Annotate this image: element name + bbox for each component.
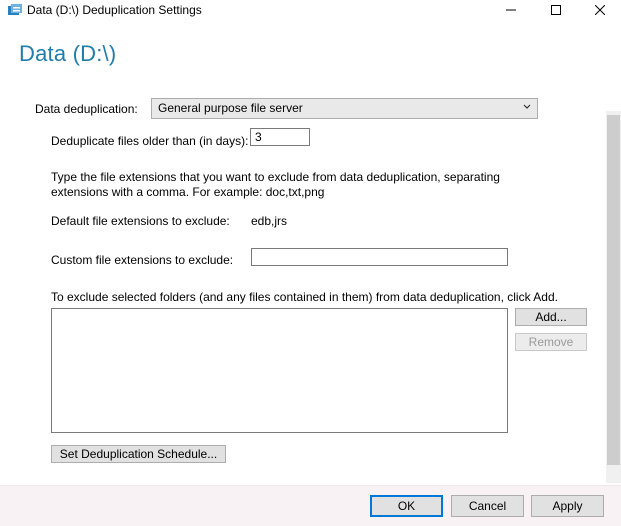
excluded-folders-list[interactable] xyxy=(51,308,508,433)
remove-folder-button[interactable]: Remove xyxy=(515,333,587,351)
custom-extensions-label: Custom file extensions to exclude: xyxy=(51,253,234,267)
page-title: Data (D:\) xyxy=(19,41,117,66)
custom-extensions-input[interactable] xyxy=(251,248,508,266)
title-bar: Data (D:\) Deduplication Settings xyxy=(0,0,621,22)
minimize-icon xyxy=(506,5,516,15)
close-icon xyxy=(595,5,605,15)
ok-button[interactable]: OK xyxy=(370,495,443,517)
apply-button[interactable]: Apply xyxy=(531,495,604,517)
extensions-info-text: Type the file extensions that you want t… xyxy=(51,170,500,199)
maximize-button[interactable] xyxy=(533,0,579,20)
dedup-type-value: General purpose file server xyxy=(158,101,303,115)
chevron-down-icon xyxy=(522,101,532,116)
default-extensions-value: edb,jrs xyxy=(251,214,288,228)
add-folder-button[interactable]: Add... xyxy=(515,308,587,326)
dedup-app-icon xyxy=(8,4,22,16)
days-label: Deduplicate files older than (in days): xyxy=(51,134,249,148)
dialog-footer xyxy=(0,485,621,526)
days-input[interactable]: 3 xyxy=(250,128,310,146)
scrollbar-thumb[interactable] xyxy=(607,115,620,465)
maximize-icon xyxy=(551,5,561,15)
window-title: Data (D:\) Deduplication Settings xyxy=(27,3,202,17)
close-button[interactable] xyxy=(577,0,621,20)
exclude-folders-label: To exclude selected folders (and any fil… xyxy=(51,290,558,304)
set-schedule-button[interactable]: Set Deduplication Schedule... xyxy=(51,445,226,463)
cancel-button[interactable]: Cancel xyxy=(451,495,524,517)
dedup-type-select[interactable]: General purpose file server xyxy=(151,98,538,119)
dedup-label: Data deduplication: xyxy=(35,102,138,116)
days-value: 3 xyxy=(255,130,262,144)
minimize-button[interactable] xyxy=(488,0,534,20)
default-extensions-label: Default file extensions to exclude: xyxy=(51,214,230,228)
